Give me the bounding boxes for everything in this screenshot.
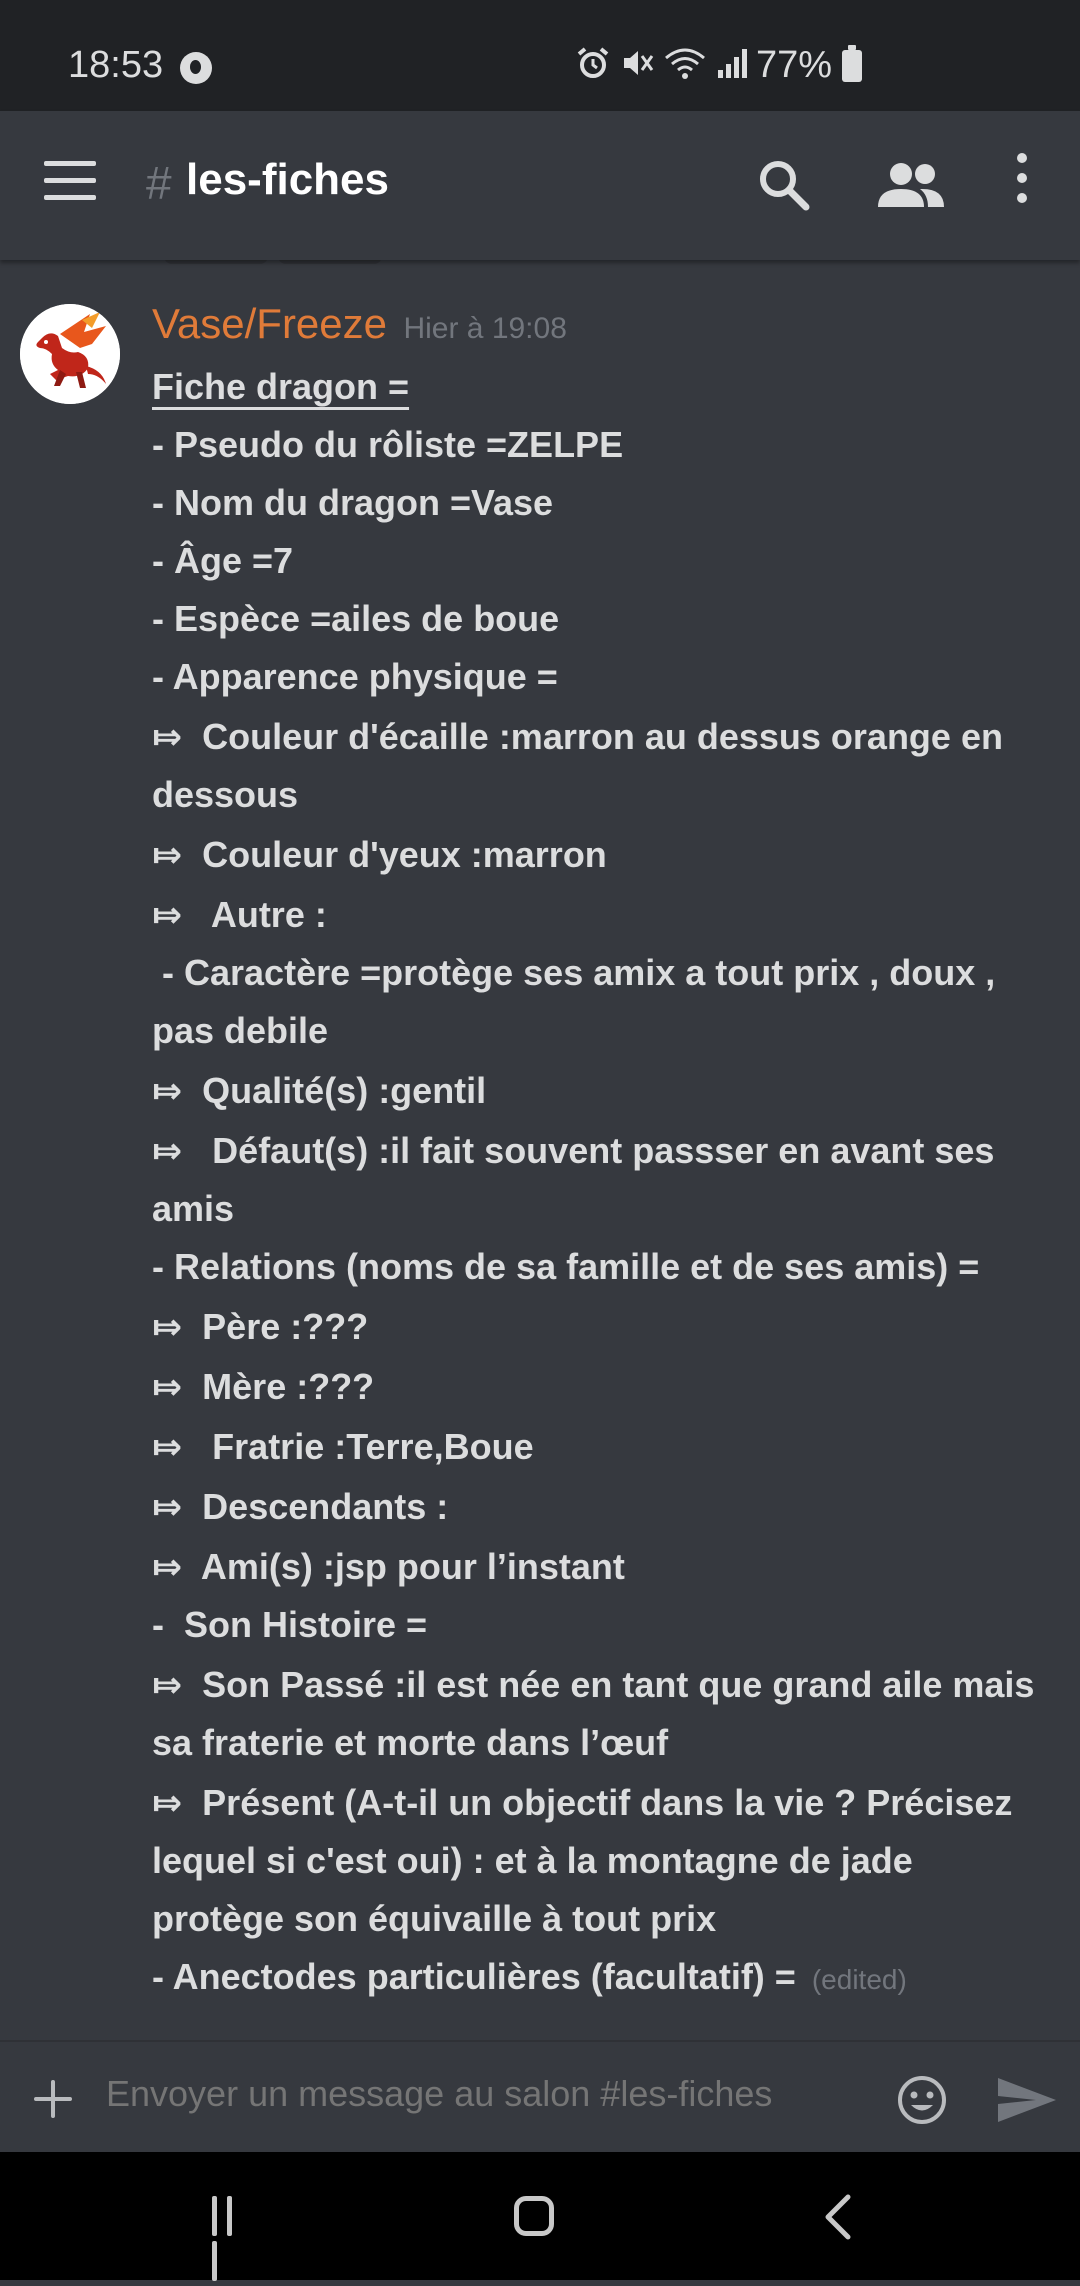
alarm-icon [577, 47, 609, 78]
plus-icon[interactable] [34, 2080, 72, 2118]
more-vertical-icon[interactable] [1010, 153, 1034, 215]
channel-header: # les-fiches [0, 111, 1080, 260]
dragon-avatar-icon [20, 304, 120, 404]
message-content: Fiche dragon = - Pseudo du rôliste =ZELP… [152, 358, 1052, 2009]
message-line: ⤇ Fratrie :Terre,Boue [152, 1426, 534, 1467]
message-line: ⤇ Présent (A-t-il un objectif dans la vi… [152, 1782, 1023, 1939]
app-notification-icon [180, 52, 212, 84]
message-line: ⤇ Père :??? [152, 1306, 369, 1347]
home-icon[interactable] [514, 2196, 554, 2236]
message-line: Fiche dragon = [152, 366, 410, 407]
mute-icon [624, 51, 654, 75]
message-timestamp: Hier à 19:08 [403, 312, 567, 345]
message-line: ⤇ Qualité(s) :gentil [152, 1070, 487, 1111]
message-line: ⤇ Mère :??? [152, 1366, 375, 1407]
system-nav-bar [0, 2152, 1080, 2281]
message-line: - Son Histoire = [152, 1604, 428, 1645]
signal-icon [718, 49, 747, 78]
send-icon[interactable] [996, 2076, 1058, 2124]
message-line: ⤇ Couleur d'yeux :marron [152, 834, 607, 875]
message-line: - Âge =7 [152, 540, 294, 581]
message-line-last: - Anectodes particulières (facultatif) =… [152, 1948, 1052, 2009]
status-icons [576, 46, 750, 80]
message-line: - Caractère =protège ses amix a tout pri… [152, 952, 1006, 1051]
message-author[interactable]: Vase/Freeze [152, 300, 387, 347]
message-line: - Relations (noms de sa famille et de se… [152, 1246, 980, 1287]
message-line: - Apparence physique = [152, 656, 558, 697]
message-line: - Nom du dragon =Vase [152, 482, 554, 523]
search-icon[interactable] [756, 157, 812, 213]
channel-hash-icon: # [146, 157, 172, 209]
message-line: ⤇ Ami(s) :jsp pour l’instant [152, 1546, 625, 1587]
battery-percent: 77% [756, 44, 833, 86]
wifi-icon [665, 48, 705, 79]
message-input[interactable] [104, 2072, 848, 2116]
menu-icon[interactable] [44, 161, 96, 201]
members-icon[interactable] [876, 161, 946, 209]
message-line: - Espèce =ailes de boue [152, 598, 560, 639]
back-icon[interactable] [822, 2194, 852, 2240]
status-bar: 18:53 77% [0, 0, 1080, 111]
status-time: 18:53 [68, 44, 164, 86]
message-line: ⤇ Son Passé :il est née en tant que gran… [152, 1664, 1045, 1763]
message-line: - Pseudo du rôliste =ZELPE [152, 424, 624, 465]
edited-label: (edited) [811, 1964, 907, 1995]
message-composer [0, 2040, 1080, 2154]
recent-apps-icon[interactable] [212, 2196, 254, 2281]
message-line: ⤇ Autre : [152, 894, 327, 935]
message-line-text: - Anectodes particulières (facultatif) = [152, 1956, 796, 1997]
message-line: ⤇ Couleur d'écaille :marron au dessus or… [152, 716, 1013, 815]
message-line: ⤇ Descendants : [152, 1486, 449, 1527]
battery-icon [842, 45, 862, 82]
message-line: ⤇ Défaut(s) :il fait souvent passser en … [152, 1130, 1005, 1229]
avatar[interactable] [20, 304, 120, 404]
emoji-icon[interactable] [896, 2074, 948, 2126]
channel-name: les-fiches [186, 155, 389, 204]
